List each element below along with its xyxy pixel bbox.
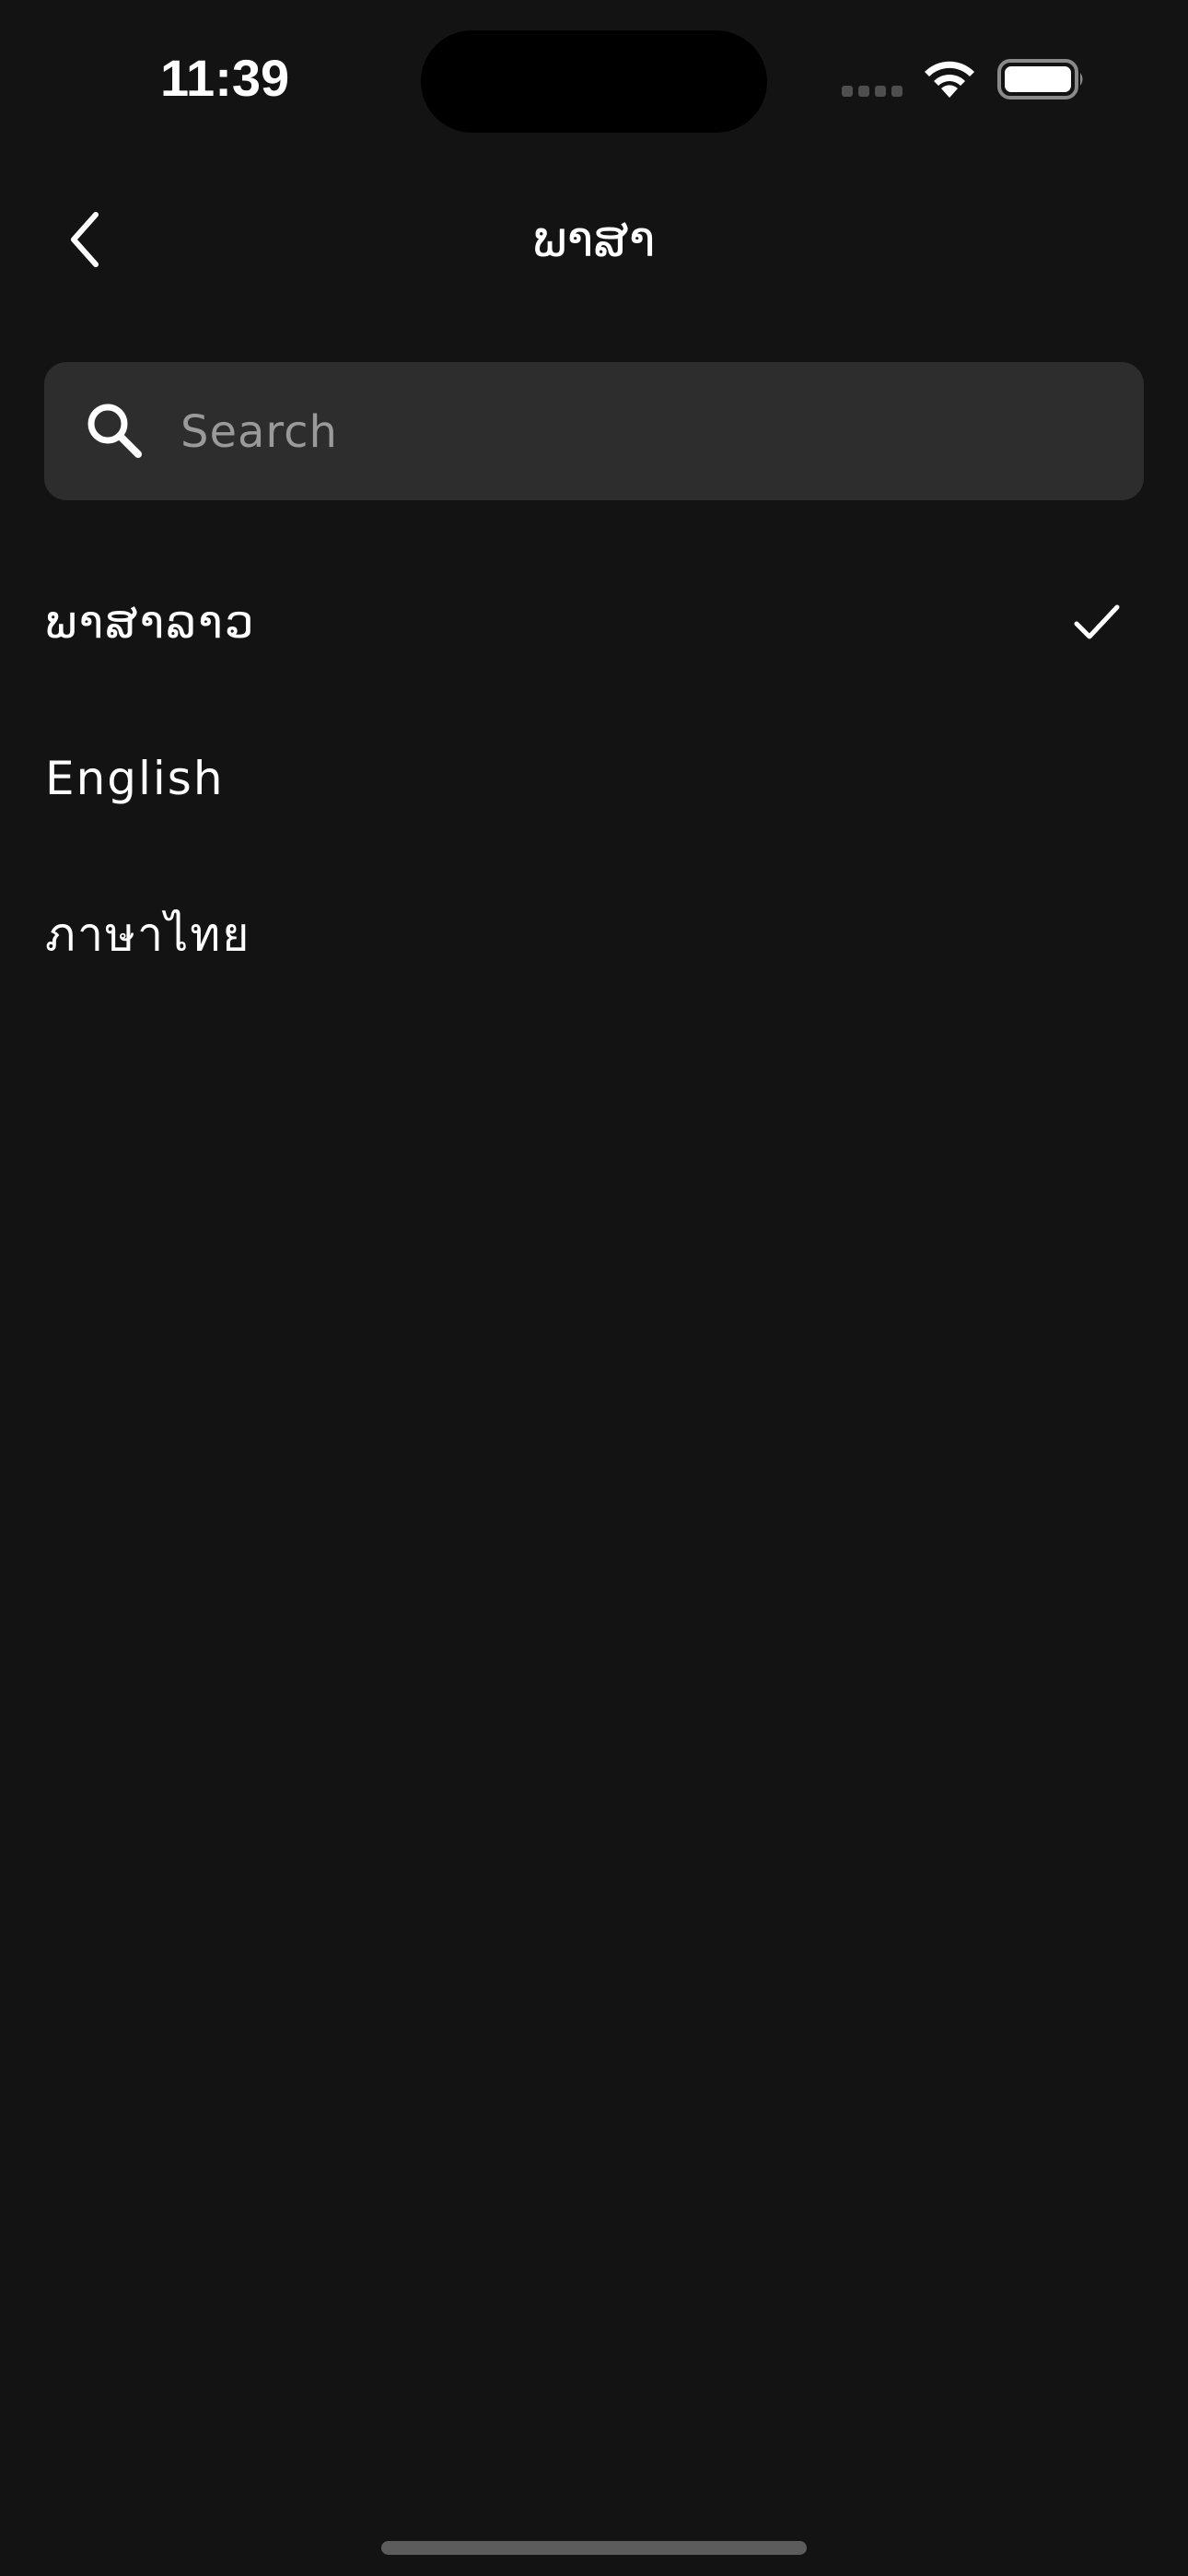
language-item-english[interactable]: English <box>0 700 1188 857</box>
language-list: ພາສາລາວ English ภาษาไทย <box>0 544 1188 1013</box>
page-title: ພາສາ <box>532 210 656 268</box>
wifi-icon <box>925 61 974 98</box>
language-label: ภาษาไทย <box>45 907 251 962</box>
home-indicator[interactable] <box>381 2541 807 2555</box>
cellular-signal-icon <box>842 86 904 99</box>
status-bar: 11:39 <box>0 0 1188 147</box>
search-input[interactable] <box>179 390 1103 474</box>
language-label: ພາສາລາວ <box>45 595 256 649</box>
navigation-bar: ພາສາ <box>0 184 1188 295</box>
battery-icon <box>997 59 1083 100</box>
search-icon <box>87 404 142 458</box>
language-item-thai[interactable]: ภาษาไทย <box>0 857 1188 1013</box>
checkmark-icon <box>1074 604 1120 639</box>
language-item-lao[interactable]: ພາສາລາວ <box>0 544 1188 700</box>
status-time: 11:39 <box>160 49 290 107</box>
language-label: English <box>45 752 225 805</box>
search-bar[interactable] <box>44 362 1144 500</box>
dynamic-island <box>421 30 767 133</box>
